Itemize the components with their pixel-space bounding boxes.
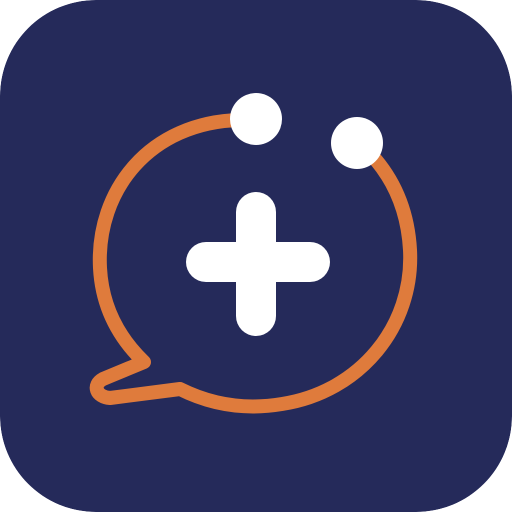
app-icon-graphic — [0, 0, 512, 512]
dot-icon — [331, 117, 383, 169]
page — [0, 0, 512, 512]
app-icon[interactable] — [0, 0, 512, 512]
dot-icon — [230, 93, 282, 145]
